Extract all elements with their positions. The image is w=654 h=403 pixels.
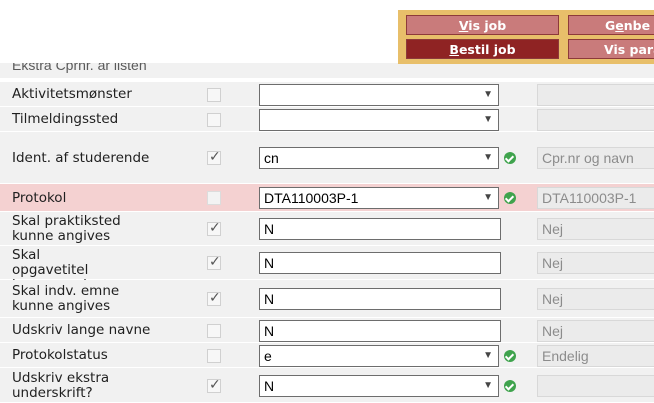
readonly-field (537, 109, 654, 131)
form-row-label: Skal praktiksted kunne angives (12, 213, 121, 244)
vis-job-label-rest: is job (468, 18, 507, 33)
readonly-field (537, 84, 654, 106)
genbe-button[interactable]: Genbe (568, 15, 654, 35)
form-row: Udskriv ekstra underskrift?N▼ (0, 368, 654, 403)
select-field[interactable]: e ▼ (259, 345, 499, 367)
checkbox-icon[interactable] (207, 149, 221, 165)
form-row-label: Udskriv ekstra underskrift? (12, 370, 110, 401)
field-value: N (264, 291, 275, 307)
form-row: Udskriv lange navne N Nej (0, 318, 654, 343)
text-field[interactable]: N (259, 252, 501, 274)
form-row-label: Udskriv lange navne (12, 322, 151, 338)
readonly-field (537, 375, 654, 397)
field-value: DTA110003P-1 (264, 190, 359, 206)
form-row: Tilmeldingssted ▼ (0, 107, 654, 132)
dropdown-arrow-icon[interactable]: ▼ (483, 346, 493, 366)
field-value: N (264, 378, 275, 394)
check-circle-icon (504, 152, 516, 164)
form-row: Protokolstatus e ▼ Endelig (0, 343, 654, 368)
form-row-label: Protokol (12, 190, 67, 206)
vis-para-button[interactable]: Vis para (568, 39, 654, 59)
form-row: Ident. af studerende cn ▼ Cpr.nr og navn (0, 132, 654, 184)
field-value: N (264, 323, 275, 339)
select-field[interactable]: DTA110003P-1 ▼ (259, 187, 499, 209)
checkbox-icon[interactable] (207, 349, 221, 363)
checkbox-icon[interactable] (207, 88, 221, 102)
readonly-field: DTA110003P-1 (537, 187, 654, 209)
form-row-label: Protokolstatus (12, 347, 108, 363)
text-field[interactable]: N (259, 218, 501, 240)
form-row-label: Skal indv. emne kunne angives (12, 283, 120, 314)
readonly-field: Endelig (537, 345, 654, 367)
checkbox-icon[interactable] (207, 290, 221, 306)
checkbox-icon[interactable] (207, 324, 221, 338)
checkbox-icon[interactable] (207, 254, 221, 270)
field-value: e (264, 348, 272, 364)
select-field[interactable]: cn ▼ (259, 147, 499, 169)
bestil-job-accesskey: B (449, 42, 459, 57)
select-field[interactable]: N ▼ (259, 375, 499, 397)
check-circle-icon (504, 380, 516, 392)
genbe-accesskey: e (615, 18, 624, 33)
form-row-label: Ident. af studerende (12, 150, 150, 166)
dropdown-arrow-icon[interactable]: ▼ (483, 110, 493, 130)
form-row: Skal praktiksted kunne angives N Nej (0, 212, 654, 246)
form-row: Skal indv. emne kunne angives N Nej (0, 280, 654, 318)
form-row: Aktivitetsmønster ▼ (0, 82, 654, 107)
form-row: Skal opgavetitel kunne angivesNNej (0, 246, 654, 293)
bestil-job-button[interactable]: Bestil job (406, 39, 559, 59)
text-field[interactable]: N (259, 288, 501, 310)
text-field[interactable]: N (259, 320, 501, 342)
readonly-field: Nej (537, 288, 654, 310)
dropdown-arrow-icon[interactable]: ▼ (483, 376, 493, 396)
readonly-field: Cpr.nr og navn (537, 147, 654, 169)
vis-job-accesskey: V (458, 18, 469, 33)
checkbox-icon[interactable] (207, 113, 221, 127)
bestil-job-label-rest: estil job (458, 42, 516, 57)
vis-job-button[interactable]: Vis job (406, 15, 559, 35)
check-circle-icon (504, 192, 516, 204)
readonly-field: Nej (537, 218, 654, 240)
checkbox-icon[interactable] (207, 220, 221, 236)
field-value: N (264, 255, 275, 271)
readonly-field: Nej (537, 252, 654, 274)
form-row-label: Tilmeldingssted (12, 111, 119, 127)
check-circle-icon (504, 350, 516, 362)
dropdown-arrow-icon[interactable]: ▼ (483, 85, 493, 105)
form-row: Protokol DTA110003P-1 ▼ DTA110003P-1 (0, 184, 654, 212)
select-field[interactable]: ▼ (259, 109, 499, 131)
form-row-label: Aktivitetsmønster (12, 86, 132, 102)
field-value: cn (264, 150, 279, 166)
select-field[interactable]: ▼ (259, 84, 499, 106)
readonly-field: Nej (537, 320, 654, 342)
dropdown-arrow-icon[interactable]: ▼ (483, 148, 493, 168)
checkbox-icon[interactable] (207, 377, 221, 393)
field-value: N (264, 221, 275, 237)
checkbox-icon[interactable] (207, 191, 221, 205)
genbe-label: G (605, 18, 616, 33)
dropdown-arrow-icon[interactable]: ▼ (483, 188, 493, 208)
genbe-label-rest: nbe (623, 18, 651, 33)
